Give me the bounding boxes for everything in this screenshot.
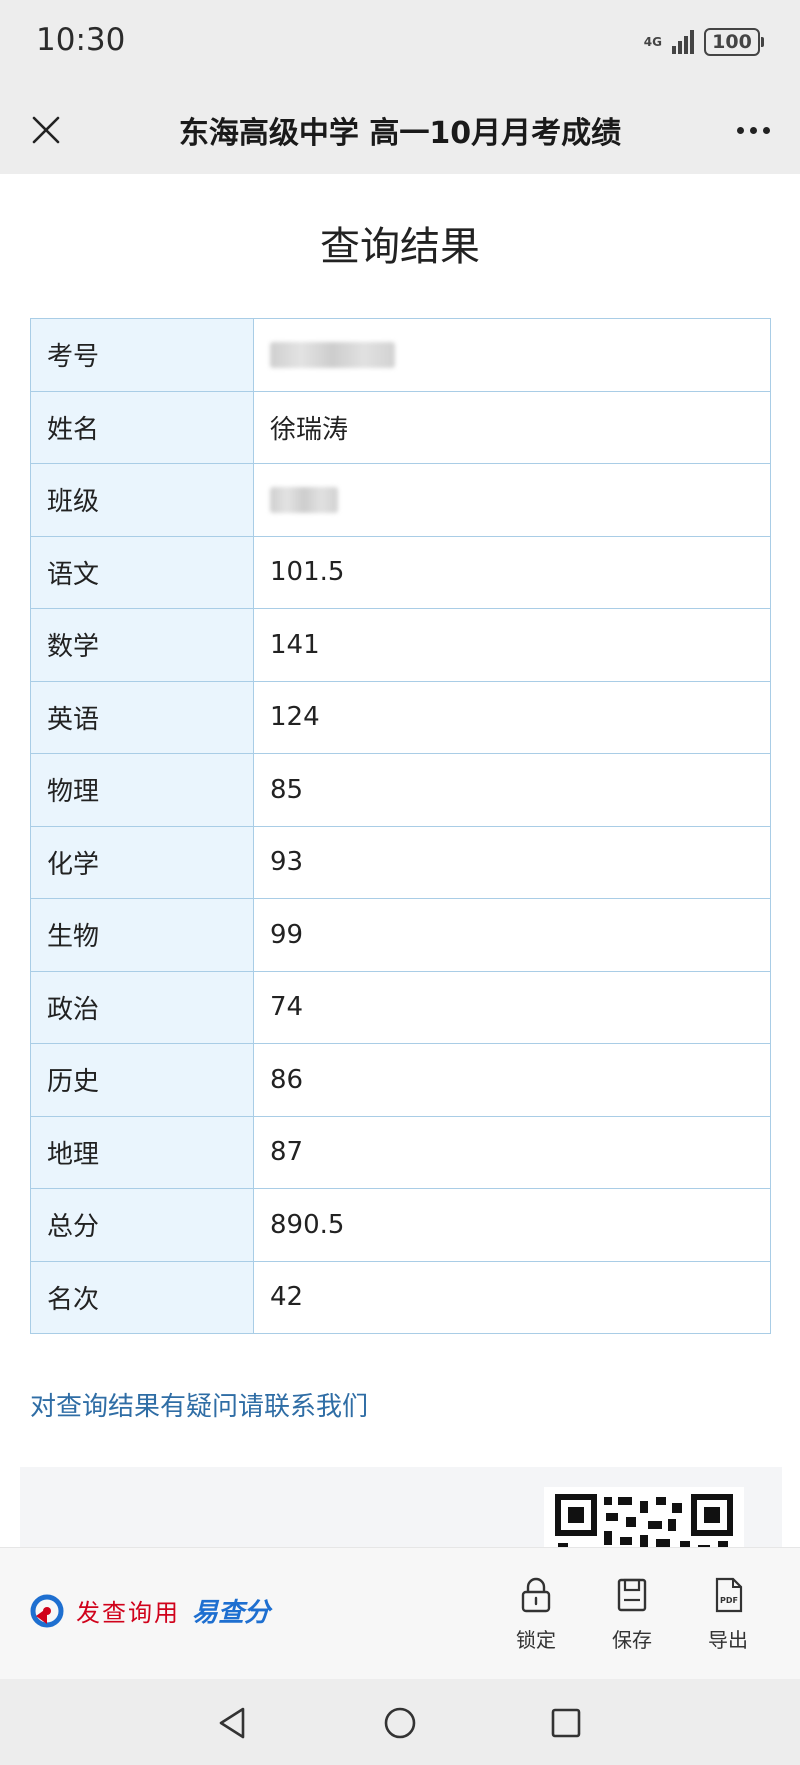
status-time: 10:30 bbox=[36, 22, 126, 58]
score-table-row: 考号 bbox=[30, 318, 771, 392]
close-icon bbox=[32, 116, 60, 144]
score-value-cell: 87 bbox=[253, 1115, 771, 1189]
score-table-row: 地理 87 bbox=[30, 1115, 771, 1189]
back-triangle-icon bbox=[219, 1707, 245, 1739]
save-button[interactable]: 保存 bbox=[597, 1576, 667, 1653]
lock-icon bbox=[521, 1577, 551, 1613]
export-button[interactable]: PDF 导出 bbox=[693, 1576, 763, 1653]
score-value-cell: 86 bbox=[253, 1043, 771, 1117]
system-nav-bar bbox=[0, 1679, 800, 1765]
more-icon bbox=[736, 126, 770, 134]
qr-code-icon bbox=[555, 1494, 733, 1547]
score-label-cell: 生物 bbox=[30, 898, 254, 972]
brand-slogan: 发查询用 bbox=[76, 1599, 180, 1627]
score-table-row: 语文 101.5 bbox=[30, 535, 771, 609]
network-type-label: 4G bbox=[643, 35, 662, 49]
save-label: 保存 bbox=[612, 1628, 652, 1652]
score-table-row: 英语 124 bbox=[30, 680, 771, 754]
score-value-cell: 42 bbox=[253, 1260, 771, 1334]
score-table-row: 姓名 徐瑞涛 bbox=[30, 390, 771, 464]
score-table-row: 名次 42 bbox=[30, 1260, 771, 1334]
back-button[interactable] bbox=[210, 1701, 254, 1745]
score-table-row: 物理 85 bbox=[30, 753, 771, 827]
home-circle-icon bbox=[384, 1707, 416, 1739]
score-value-cell: 124 bbox=[253, 680, 771, 754]
score-value-cell: 141 bbox=[253, 608, 771, 682]
recents-button[interactable] bbox=[544, 1701, 588, 1745]
score-label-cell: 数学 bbox=[30, 608, 254, 682]
brand-logo[interactable]: 发查询用 易查分 bbox=[30, 1592, 270, 1629]
pdf-export-icon: PDF bbox=[715, 1577, 743, 1613]
save-icon bbox=[617, 1578, 647, 1612]
bottom-toolbar: 发查询用 易查分 锁定 保存 PDF 导出 bbox=[0, 1547, 800, 1680]
score-label-cell: 名次 bbox=[30, 1260, 254, 1334]
score-value-cell: 93 bbox=[253, 825, 771, 899]
score-table-row: 班级 bbox=[30, 463, 771, 537]
brand-logo-icon bbox=[30, 1594, 64, 1627]
more-options-button[interactable] bbox=[724, 104, 782, 156]
pdf-icon-text: PDF bbox=[720, 1596, 738, 1605]
score-table-row: 数学 141 bbox=[30, 608, 771, 682]
nav-bar: 东海高级中学 高一10月月考成绩 bbox=[0, 86, 800, 174]
qr-code bbox=[544, 1487, 744, 1547]
score-label-cell: 物理 bbox=[30, 753, 254, 827]
score-label-cell: 化学 bbox=[30, 825, 254, 899]
score-label-cell: 考号 bbox=[30, 318, 254, 392]
score-value-cell: 徐瑞涛 bbox=[253, 390, 771, 464]
score-value-cell: 85 bbox=[253, 753, 771, 827]
score-value-cell: 74 bbox=[253, 970, 771, 1044]
recents-square-icon bbox=[551, 1708, 581, 1738]
promo-banner bbox=[20, 1467, 782, 1547]
close-button[interactable] bbox=[20, 104, 72, 156]
battery-level: 100 bbox=[712, 30, 752, 53]
score-value-cell bbox=[253, 318, 771, 392]
status-bar: 10:30 4G 100 bbox=[0, 0, 800, 86]
lock-button[interactable]: 锁定 bbox=[501, 1576, 571, 1653]
contact-us-link[interactable]: 对查询结果有疑问请联系我们 bbox=[30, 1386, 368, 1423]
score-label-cell: 语文 bbox=[30, 535, 254, 609]
score-table-row: 化学 93 bbox=[30, 825, 771, 899]
app-screen: 10:30 4G 100 东海高级中学 高一10月月考成绩 查询结果 考号 姓名… bbox=[0, 0, 800, 1765]
score-label-cell: 地理 bbox=[30, 1115, 254, 1189]
score-value-cell bbox=[253, 463, 771, 537]
score-table-body: 考号 姓名 徐瑞涛 班级 语文 101.5 数学 141 英语 124 物理 85 化学 93 生物 99 政治… bbox=[30, 318, 771, 1334]
score-table-row: 政治 74 bbox=[30, 970, 771, 1044]
lock-label: 锁定 bbox=[516, 1628, 556, 1652]
score-label-cell: 历史 bbox=[30, 1043, 254, 1117]
redacted-value bbox=[270, 487, 338, 514]
score-value-cell: 99 bbox=[253, 898, 771, 972]
redacted-value bbox=[270, 342, 395, 369]
battery-icon: 100 bbox=[704, 28, 764, 56]
score-value-cell: 101.5 bbox=[253, 535, 771, 609]
score-label-cell: 总分 bbox=[30, 1188, 254, 1262]
score-value-cell: 890.5 bbox=[253, 1188, 771, 1262]
score-table: 考号 姓名 徐瑞涛 班级 语文 101.5 数学 141 英语 124 物理 85 化学 93 生物 99 政治… bbox=[30, 318, 771, 1334]
score-label-cell: 政治 bbox=[30, 970, 254, 1044]
signal-icon bbox=[672, 30, 694, 54]
score-table-row: 生物 99 bbox=[30, 898, 771, 972]
score-label-cell: 班级 bbox=[30, 463, 254, 537]
home-button[interactable] bbox=[378, 1701, 422, 1745]
score-table-row: 总分 890.5 bbox=[30, 1188, 771, 1262]
score-table-row: 历史 86 bbox=[30, 1043, 771, 1117]
status-indicators: 4G 100 bbox=[643, 24, 764, 60]
export-label: 导出 bbox=[708, 1628, 748, 1652]
score-label-cell: 姓名 bbox=[30, 390, 254, 464]
result-heading: 查询结果 bbox=[320, 224, 480, 270]
page-title: 东海高级中学 高一10月月考成绩 bbox=[178, 116, 622, 151]
score-label-cell: 英语 bbox=[30, 680, 254, 754]
brand-name: 易查分 bbox=[192, 1598, 271, 1628]
